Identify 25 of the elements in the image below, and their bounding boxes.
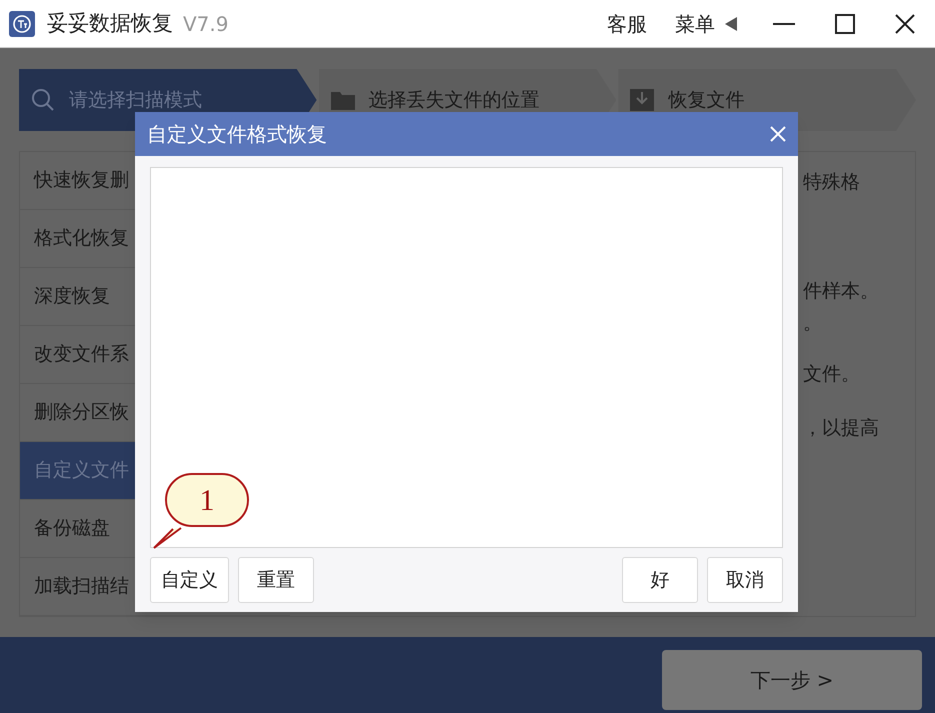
app-logo-icon <box>9 10 35 36</box>
description-text: 件样本。 <box>803 278 880 304</box>
reset-button[interactable]: 重置 <box>238 557 314 603</box>
caret-icon[interactable] <box>725 16 737 30</box>
version-label: V7.9 <box>183 10 228 38</box>
customize-button[interactable]: 自定义 <box>150 557 229 603</box>
support-link[interactable]: 客服 <box>607 8 647 38</box>
description-text: 文件。 <box>803 362 861 386</box>
next-step-button[interactable]: 下一步 > <box>662 650 922 710</box>
search-icon <box>31 88 55 112</box>
window-title: 妥妥数据恢复 <box>47 10 173 37</box>
cancel-button[interactable]: 取消 <box>707 557 783 603</box>
download-icon <box>630 89 654 111</box>
ok-button[interactable]: 好 <box>622 557 698 603</box>
callout-pointer <box>153 527 183 549</box>
description-text: 。 <box>803 311 823 336</box>
description-text: 特殊格 <box>803 170 861 195</box>
close-icon[interactable] <box>895 14 915 34</box>
format-list-area[interactable]: 1 <box>150 167 783 548</box>
menu-button[interactable]: 菜单 <box>675 8 715 38</box>
maximize-icon[interactable] <box>835 14 855 34</box>
minimize-icon[interactable] <box>773 22 795 24</box>
callout-number: 1 <box>200 482 214 518</box>
description-text: ，以提高 <box>803 416 880 441</box>
folder-icon <box>330 90 355 110</box>
